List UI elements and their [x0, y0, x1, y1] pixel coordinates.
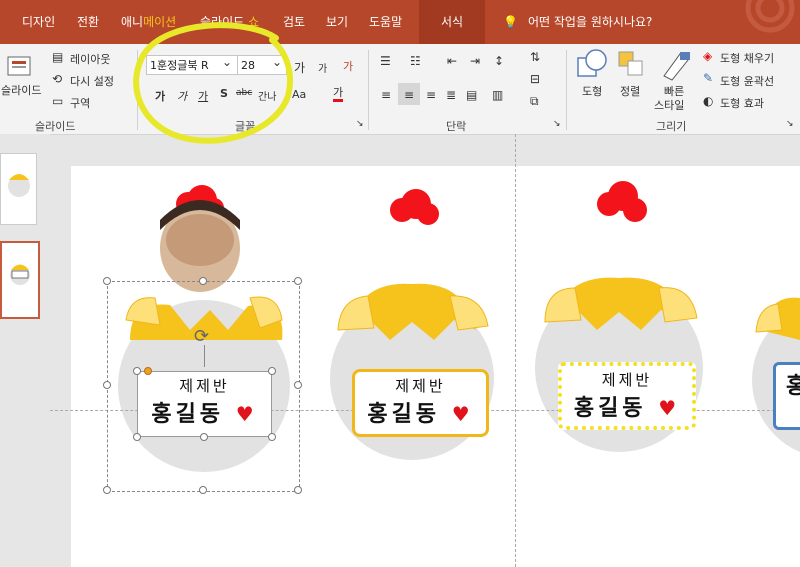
resize-handle[interactable] [294, 486, 302, 494]
slide-thumbnail-1[interactable] [0, 153, 37, 225]
class-name-text: 제제반 [601, 371, 653, 389]
shrink-font-button[interactable]: 가 [318, 60, 327, 75]
student-name-text: 홍길동 ♥ [355, 396, 486, 428]
resize-handle[interactable] [294, 277, 302, 285]
shape-outline-button[interactable]: 도형 윤곽선 [720, 73, 774, 89]
layout-button[interactable]: 레이아웃 [70, 51, 110, 67]
smartart-icon[interactable]: ⧉ [530, 94, 539, 109]
name-card-4[interactable]: 홍 [773, 362, 800, 430]
layout-icon: ▤ [52, 50, 64, 64]
resize-handle[interactable] [103, 486, 111, 494]
paragraph-group-label: 단락 [446, 120, 467, 133]
student-name: 홍길동 [367, 402, 441, 427]
decrease-indent-icon[interactable]: ⇤ [447, 54, 457, 68]
arrange-button[interactable]: 정렬 [620, 83, 640, 99]
resize-handle[interactable] [103, 381, 111, 389]
shape-fill-button[interactable]: 도형 채우기 [720, 50, 774, 66]
resize-handle[interactable] [133, 367, 141, 375]
dialog-launcher-icon[interactable]: ↘ [356, 119, 364, 129]
shapes-button[interactable]: 도형 [582, 83, 602, 99]
resize-handle[interactable] [200, 433, 208, 441]
adjust-handle[interactable] [144, 367, 152, 375]
slide-thumbnail-2[interactable] [0, 241, 40, 319]
resize-handle[interactable] [268, 433, 276, 441]
reset-button[interactable]: 다시 설정 [70, 73, 114, 89]
student-name-text: 홍길동 ♥ [562, 390, 692, 422]
distributed-icon[interactable]: ▤ [466, 88, 477, 102]
resize-handle[interactable] [103, 277, 111, 285]
reset-icon: ⟲ [52, 72, 63, 86]
section-button[interactable]: 구역 [70, 95, 90, 111]
new-slide-button[interactable]: 슬라이드 [1, 82, 41, 98]
bullets-icon[interactable]: ☰ [380, 54, 391, 68]
increase-indent-icon[interactable]: ⇥ [470, 54, 480, 68]
slides-group-label: 슬라이드 [35, 120, 76, 133]
resize-handle[interactable] [133, 433, 141, 441]
student-name: 홍길동 [573, 396, 647, 421]
name-card-2[interactable]: 제제반 홍길동 ♥ [352, 369, 489, 437]
pencil-icon: ✎ [703, 71, 714, 85]
align-right-icon[interactable]: ≡ [426, 88, 436, 102]
arrange-icon[interactable] [617, 50, 647, 80]
group-divider [566, 50, 567, 130]
tab-design[interactable]: 디자인 [22, 0, 55, 44]
align-left-icon[interactable]: ≡ [381, 88, 391, 102]
dialog-launcher-icon[interactable]: ↘ [786, 119, 794, 129]
student-name: 홍 [786, 374, 800, 399]
shape-effects-icon: ◐ [703, 94, 714, 108]
heart-icon: ♥ [451, 402, 474, 426]
name-card-3[interactable]: 제제반 홍길동 ♥ [558, 362, 696, 430]
dialog-launcher-icon[interactable]: ↘ [553, 119, 561, 129]
tell-me-search[interactable]: 어떤 작업을 원하시나요? [528, 0, 652, 44]
shape-effects-button[interactable]: 도형 효과 [720, 95, 764, 111]
quick-styles-icon[interactable] [660, 48, 694, 82]
rotate-stem [204, 345, 205, 367]
decorative-circles-icon [745, 0, 795, 33]
alignment-guide [515, 134, 516, 567]
section-icon: ▭ [52, 94, 64, 108]
highlight-circle-annotation [133, 22, 294, 144]
paint-bucket-icon: ◈ [703, 49, 713, 63]
selection-box [107, 281, 300, 492]
thumbnail-chick-icon [10, 264, 30, 285]
resize-handle[interactable] [294, 381, 302, 389]
resize-handle[interactable] [199, 486, 207, 494]
chick-egg-graphic-3 [535, 181, 703, 452]
tab-transitions[interactable]: 전환 [77, 0, 99, 44]
group-divider [368, 50, 369, 130]
clear-format-button[interactable]: 가 [343, 58, 353, 74]
align-center-icon: ≡ [404, 88, 415, 102]
text-direction-icon[interactable]: ⇅ [530, 50, 540, 64]
justify-icon[interactable]: ≣ [446, 88, 456, 102]
student-name-text: 홍 [786, 368, 800, 400]
heart-icon: ♥ [658, 396, 681, 420]
shapes-icon[interactable] [576, 48, 610, 82]
numbering-icon[interactable]: ☷ [410, 54, 421, 68]
line-spacing-icon[interactable]: ↕ [494, 54, 504, 68]
resize-handle[interactable] [199, 277, 207, 285]
font-color-button[interactable]: 가 [333, 86, 344, 102]
quick-styles-label-b[interactable]: 스타일 [654, 97, 684, 113]
resize-handle[interactable] [268, 367, 276, 375]
rotate-handle-icon[interactable]: ⟳ [194, 326, 209, 347]
new-slide-icon[interactable] [4, 54, 34, 80]
columns-icon[interactable]: ▥ [492, 88, 503, 102]
tab-format[interactable]: 서식 [419, 0, 486, 44]
drawing-group-label: 그리기 [656, 120, 687, 133]
align-text-icon[interactable]: ⊟ [530, 72, 540, 86]
class-name-text: 제제반 [395, 377, 446, 395]
tab-view[interactable]: 보기 [326, 0, 348, 44]
tab-help[interactable]: 도움말 [369, 0, 402, 44]
thumbnail-chick-icon [8, 174, 30, 197]
lightbulb-icon: 💡 [503, 15, 518, 29]
